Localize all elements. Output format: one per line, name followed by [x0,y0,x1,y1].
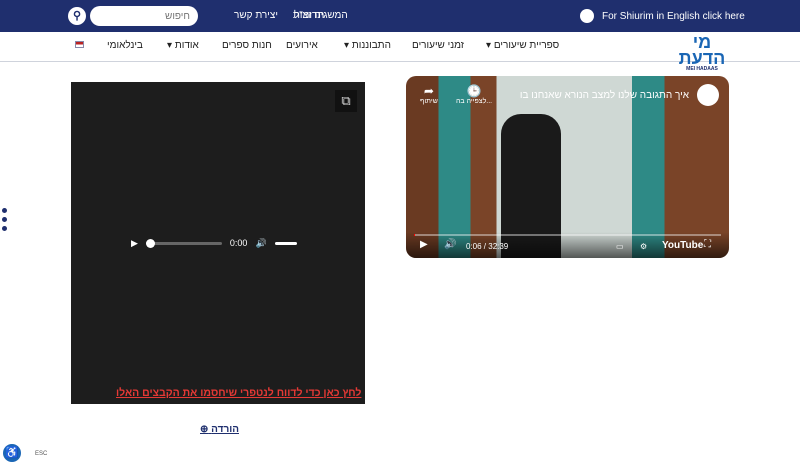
video-time: 0:06 / 32:39 [466,242,509,251]
share-label: שיתוף [420,98,438,105]
side-menu-dots[interactable] [2,208,7,235]
subtitles-icon[interactable]: ▭ [616,242,624,251]
logo[interactable]: מי הדעת MEI HADAAS [668,33,736,72]
nav-label: ספריית שיעורים [493,40,560,51]
audio-player: ▶ 0:00 🔊 [123,232,313,254]
audio-seek-bar[interactable] [145,238,222,248]
nav-about[interactable]: ▾ אודות [167,40,199,51]
video-progress-bar[interactable] [414,234,721,236]
search-box: ⚲ [68,6,200,26]
link-donations[interactable]: תרומות [293,10,324,21]
audio-panel: ⧉ ▶ 0:00 🔊 [71,82,365,404]
youtube-logo[interactable]: YouTube [662,240,703,251]
esc-label: ESC [35,451,48,457]
nav-label: אודות [174,40,199,51]
search-input[interactable] [90,6,198,26]
video-controls: ▶ 🔊 0:06 / 32:39 ▭ ⚙ YouTube ⛶ [406,232,729,258]
settings-icon[interactable]: ⚙ [640,242,647,251]
play-icon[interactable]: ▶ [131,238,138,249]
audio-time: 0:00 [229,238,248,248]
download-icon: ⊕ [200,424,209,435]
nav-label: התבוננות [351,40,391,51]
globe-icon [580,9,594,23]
search-icon[interactable]: ⚲ [68,7,86,25]
watch-later-label: לצפייה בה... [456,98,493,105]
volume-icon[interactable]: 🔊 [444,239,456,250]
share-button[interactable]: ➦ שיתוף [420,84,438,105]
nav-library[interactable]: ▾ ספריית שיעורים [486,40,559,51]
video-title[interactable]: איך התגובה שלנו למצב הנורא שאנחנו בו [520,90,689,101]
download-label: הורדה [211,424,239,435]
accessibility-icon[interactable]: ♿ [3,444,21,462]
channel-avatar[interactable] [697,84,719,106]
watch-later-button[interactable]: 🕒 לצפייה בה... [456,84,492,105]
play-icon[interactable]: ▶ [420,239,428,250]
clock-icon: 🕒 [466,84,482,98]
nav-bookstore[interactable]: חנות ספרים [222,40,272,51]
link-contact[interactable]: יצירת קשר [234,10,278,21]
open-external-icon[interactable]: ⧉ [335,90,357,112]
share-icon: ➦ [423,84,434,98]
volume-slider[interactable] [274,241,297,245]
volume-icon[interactable]: 🔊 [255,238,266,249]
nav-international[interactable]: בינלאומי [107,40,143,51]
english-link[interactable]: For Shiurim in English click here [580,9,745,23]
nav-reflections[interactable]: ▾ התבוננות [344,40,391,51]
report-link[interactable]: לחץ כאן כדי לדווח לנטפרי שיחסמו את הקבצי… [116,387,361,399]
english-link-label: For Shiurim in English click here [602,10,745,22]
logo-text: מי הדעת [678,32,726,68]
nav-times[interactable]: זמני שיעורים [412,40,464,51]
top-bar: For Shiurim in English click here המשגיח… [0,0,800,32]
youtube-video[interactable]: איך התגובה שלנו למצב הנורא שאנחנו בו 🕒 לצ… [406,76,729,258]
fullscreen-icon[interactable]: ⛶ [704,239,711,250]
download-link[interactable]: הורדה ⊕ [200,424,239,435]
nav-events[interactable]: אירועים [286,40,318,51]
us-flag-icon[interactable] [75,41,84,48]
